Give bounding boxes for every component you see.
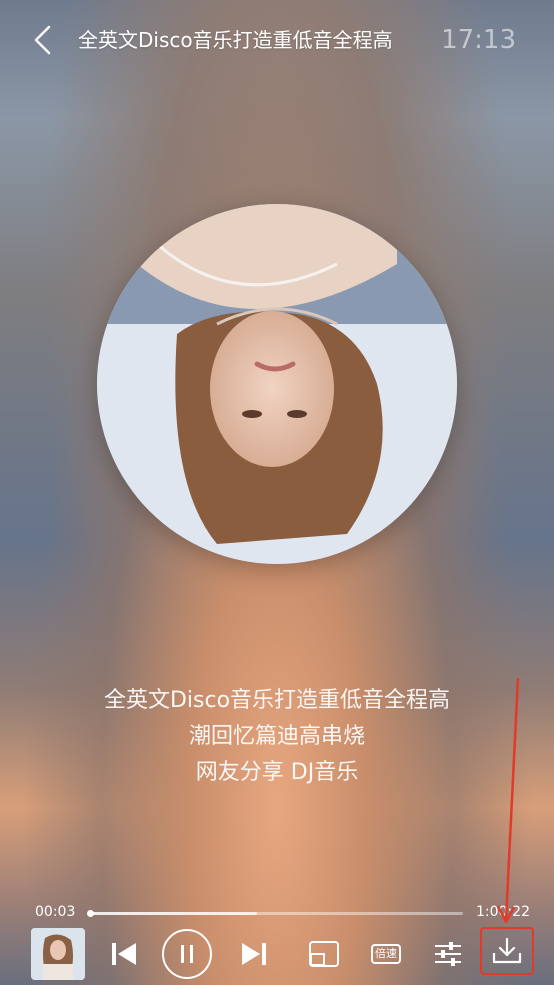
speed-label: 倍速 — [371, 944, 401, 964]
download-button[interactable] — [480, 927, 534, 975]
equalizer-button[interactable] — [428, 930, 468, 978]
skip-previous-icon — [112, 943, 136, 965]
progress-knob[interactable] — [87, 910, 95, 917]
total-time: 1:00:22 — [476, 904, 530, 920]
play-pause-button[interactable] — [160, 927, 214, 981]
back-button[interactable] — [24, 22, 60, 58]
top-bar: 全英文Disco音乐打造重低音全程高 17:13 — [0, 0, 554, 80]
previous-button[interactable] — [104, 930, 144, 978]
lyric-line: 潮回忆篇迪高串烧 — [188, 724, 365, 749]
lyric-line: 网友分享 DJ音乐 — [195, 760, 359, 785]
picture-in-picture-icon — [309, 941, 339, 967]
lyrics-panel: 全英文Disco音乐打造重低音全程高 潮回忆篇迪高串烧 网友分享 DJ音乐 — [0, 683, 554, 791]
playback-speed-button[interactable]: 倍速 — [366, 930, 406, 978]
album-art-image — [97, 204, 457, 564]
player-controls: 倍速 — [0, 926, 554, 982]
album-thumbnail-image — [31, 928, 85, 980]
download-icon — [492, 937, 522, 964]
progress-row: 00:03 1:00:22 — [0, 900, 554, 926]
equalizer-sliders-icon — [435, 942, 461, 966]
picture-in-picture-button[interactable] — [304, 930, 344, 978]
next-button[interactable] — [234, 930, 274, 978]
song-title: 全英文Disco音乐打造重低音全程高 — [78, 28, 393, 52]
pause-icon — [162, 929, 212, 979]
album-art-disc — [97, 204, 457, 564]
current-time: 00:03 — [35, 904, 76, 920]
back-chevron-icon — [34, 25, 51, 55]
buffered-bar — [89, 912, 258, 915]
clock-time: 17:13 — [441, 25, 516, 55]
lyric-line: 全英文Disco音乐打造重低音全程高 — [103, 688, 451, 713]
album-thumbnail[interactable] — [31, 928, 85, 980]
skip-next-icon — [242, 943, 266, 965]
progress-bar[interactable] — [87, 910, 463, 917]
